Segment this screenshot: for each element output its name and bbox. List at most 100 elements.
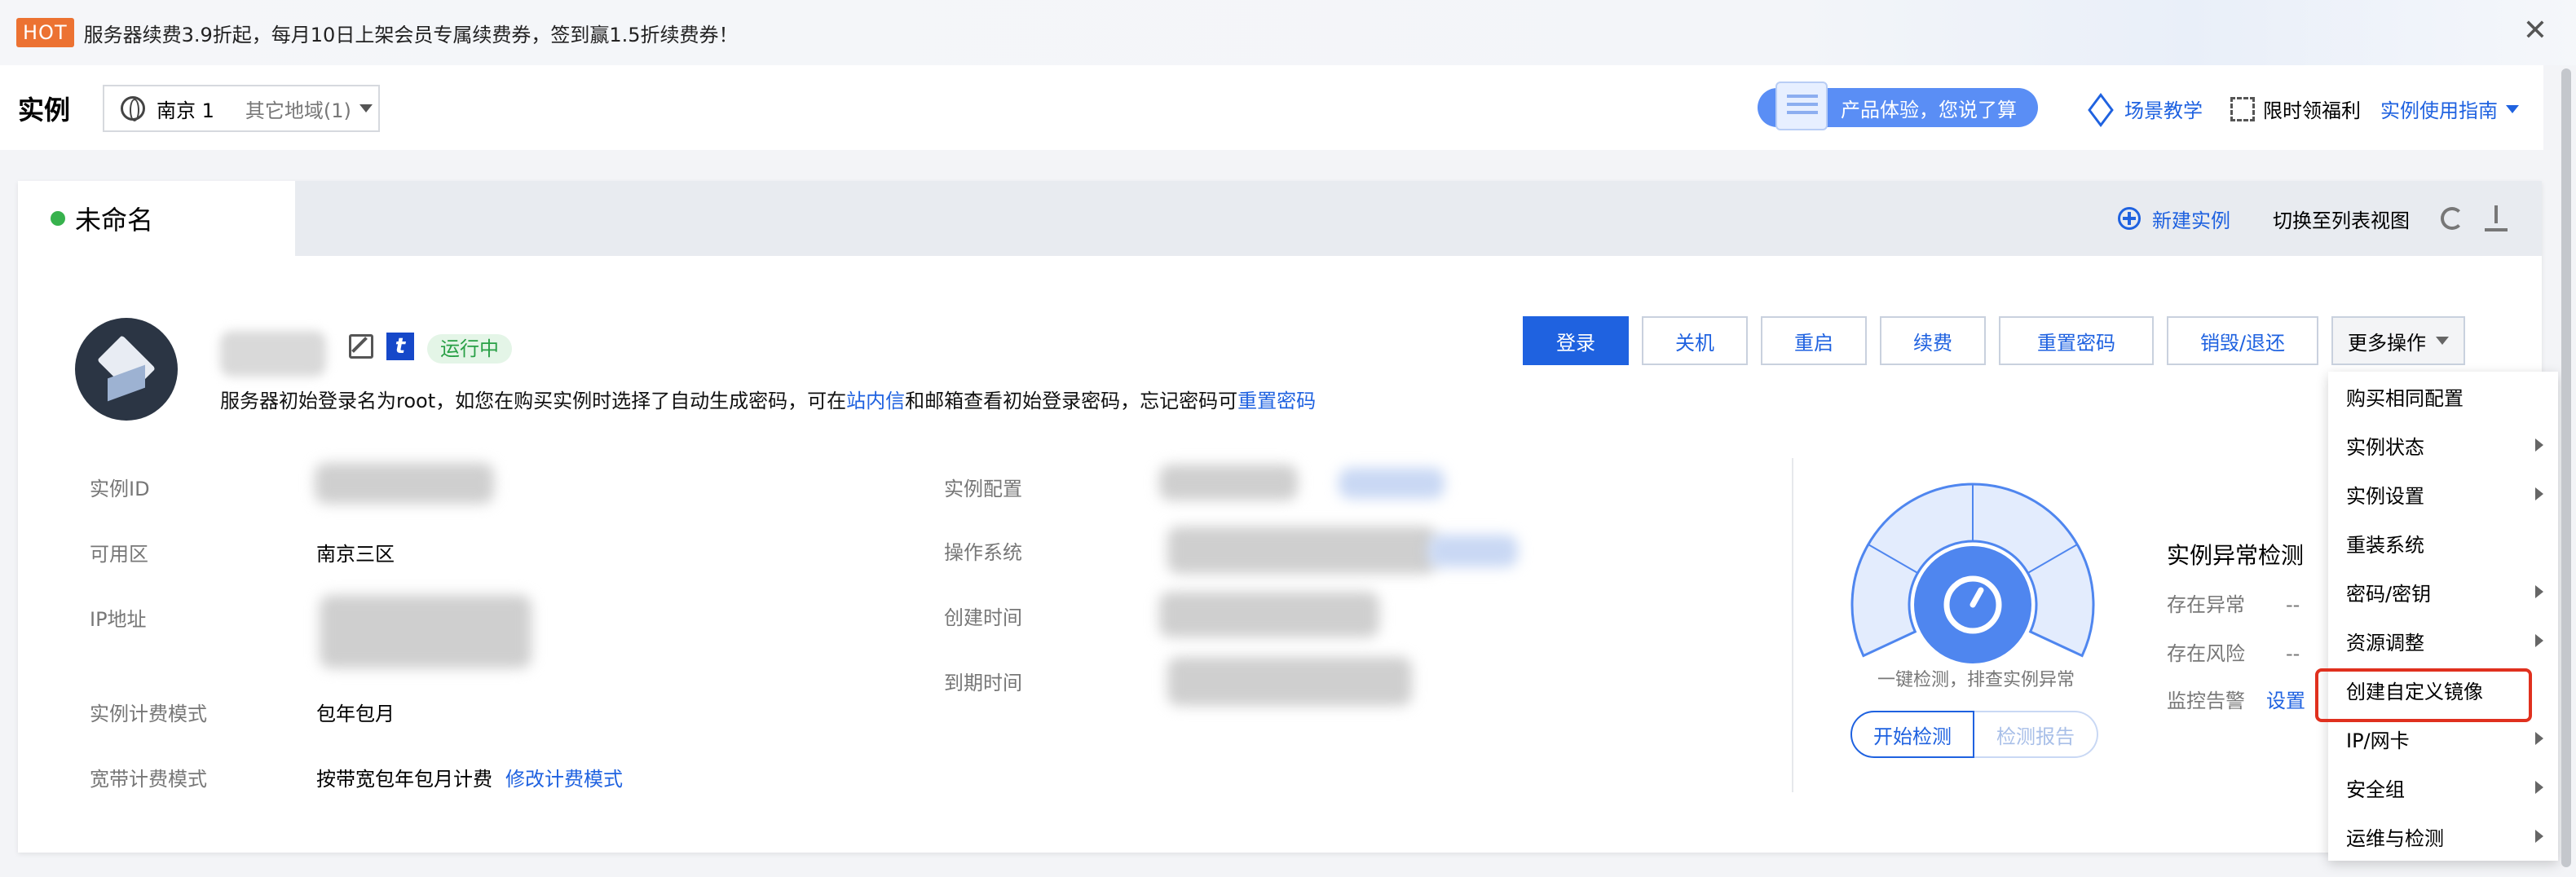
scroll-thumb[interactable] <box>2561 68 2571 867</box>
menu-item[interactable]: 实例设置 <box>2328 469 2558 518</box>
new-instance-link[interactable]: 新建实例 <box>2152 205 2230 233</box>
inbox-link[interactable]: 站内信 <box>846 390 905 412</box>
region-current[interactable]: 南京 1 <box>157 95 214 123</box>
plus-circle-icon[interactable] <box>2118 207 2141 230</box>
config-link-redacted <box>1339 468 1445 499</box>
chevron-right-icon <box>2535 438 2543 452</box>
menu-item-label: 资源调整 <box>2346 631 2424 654</box>
more-actions-button[interactable]: 更多操作 <box>2331 316 2465 365</box>
os-link-redacted <box>1428 535 1518 567</box>
menu-item[interactable]: 运维与检测 <box>2328 812 2558 861</box>
config-label: 实例配置 <box>944 478 1022 500</box>
zone-label: 可用区 <box>90 543 148 566</box>
chevron-down-icon <box>2506 104 2519 113</box>
check-buttons: 开始检测 检测报告 <box>1850 711 2098 758</box>
chevron-right-icon <box>2535 634 2543 647</box>
action-buttons: 登录 关机 重启 续费 重置密码 销毁/退还 更多操作 <box>1523 316 2465 365</box>
created-time-redacted <box>1159 592 1379 637</box>
expire-time-redacted <box>1167 657 1412 706</box>
bandwidth-mode-value: 按带宽包年包月计费 修改计费模式 <box>316 763 623 791</box>
ip-redacted <box>320 595 532 668</box>
alarm-settings-link[interactable]: 设置 <box>2266 690 2305 712</box>
chevron-down-icon[interactable] <box>359 104 373 112</box>
tab-label: 未命名 <box>75 205 154 236</box>
reset-password-link[interactable]: 重置密码 <box>1237 390 1316 412</box>
expire-time-label: 到期时间 <box>944 672 1022 694</box>
menu-item[interactable]: 重装系统 <box>2328 518 2558 567</box>
running-status-dot <box>51 211 65 226</box>
ip-label: IP地址 <box>90 608 147 631</box>
exception-row: 存在异常 -- <box>2167 588 2300 617</box>
page-header: 实例 南京 1 其它地域(1) 产品体验，您说了算 场景教学 限时领福利 实例使… <box>0 65 2543 150</box>
menu-item[interactable]: 资源调整 <box>2328 616 2558 665</box>
more-actions-menu: 购买相同配置 实例状态 实例设置 重装系统 密码/密钥 资源调整 创建自定义镜像 IP/网卡安… <box>2328 372 2558 861</box>
destroy-return-button[interactable]: 销毁/退还 <box>2167 316 2318 365</box>
check-report-button[interactable]: 检测报告 <box>1974 711 2098 758</box>
renew-button[interactable]: 续费 <box>1880 316 1986 365</box>
os-label: 操作系统 <box>944 541 1022 564</box>
created-time-label: 创建时间 <box>944 606 1022 629</box>
region-other[interactable]: 其它地域(1) <box>245 95 351 123</box>
download-icon[interactable] <box>2485 205 2508 231</box>
instance-id-redacted <box>315 463 494 504</box>
scene-tutorial-link[interactable]: 场景教学 <box>2087 95 2203 123</box>
welfare-link[interactable]: 限时领福利 <box>2230 95 2361 123</box>
welfare-label: 限时领福利 <box>2263 99 2361 122</box>
status-badge: 运行中 <box>427 334 512 364</box>
chevron-down-icon <box>2436 337 2449 345</box>
usage-guide-link[interactable]: 实例使用指南 <box>2380 95 2519 123</box>
server-avatar <box>75 318 178 421</box>
globe-icon <box>121 96 145 121</box>
instance-tabbar: 未命名 新建实例 切换至列表视图 <box>18 181 2542 256</box>
change-billing-link[interactable]: 修改计费模式 <box>505 768 623 791</box>
menu-item[interactable]: 密码/密钥 <box>2328 567 2558 616</box>
anomaly-check-title: 实例异常检测 <box>2167 542 2305 569</box>
instance-id-label: 实例ID <box>90 478 150 500</box>
reset-password-button[interactable]: 重置密码 <box>1999 316 2154 365</box>
switch-list-view-link[interactable]: 切换至列表视图 <box>2273 205 2410 233</box>
menu-item-label: 实例状态 <box>2346 435 2424 459</box>
risk-value: -- <box>2286 642 2300 665</box>
bandwidth-mode-label: 宽带计费模式 <box>90 768 207 791</box>
tencent-t-icon[interactable]: t <box>386 333 414 360</box>
billing-mode-label: 实例计费模式 <box>90 703 207 725</box>
menu-item-label: 密码/密钥 <box>2346 582 2432 606</box>
qr-code-icon <box>2230 96 2255 121</box>
login-button[interactable]: 登录 <box>1523 316 1629 365</box>
zone-value: 南京三区 <box>316 543 395 566</box>
login-notice: 服务器初始登录名为root，如您在购买实例时选择了自动生成密码，可在站内信和邮箱… <box>220 385 1316 413</box>
banner-text[interactable]: 服务器续费3.9折起，每月10日上架会员专属续费券，签到赢1.5折续费券！ <box>84 19 739 47</box>
restart-button[interactable]: 重启 <box>1761 316 1867 365</box>
check-caption: 一键检测，排查实例异常 <box>1877 670 2075 690</box>
scene-tutorial-label: 场景教学 <box>2124 99 2203 122</box>
health-gauge[interactable] <box>1850 483 2095 670</box>
risk-row: 存在风险 -- <box>2167 637 2300 666</box>
config-redacted <box>1159 465 1298 500</box>
chevron-right-icon <box>2535 781 2543 794</box>
menu-item[interactable]: 实例状态 <box>2328 421 2558 469</box>
feedback-label: 产品体验，您说了算 <box>1841 98 2017 121</box>
start-check-button[interactable]: 开始检测 <box>1850 711 1974 758</box>
layers-icon <box>2087 96 2113 122</box>
menu-item[interactable]: 安全组 <box>2328 763 2558 812</box>
menu-item-label: 购买相同配置 <box>2346 386 2464 410</box>
tab-instance[interactable]: 未命名 <box>18 181 295 256</box>
menu-item[interactable]: 购买相同配置 <box>2328 372 2558 421</box>
region-select[interactable]: 南京 1 其它地域(1) <box>103 85 380 132</box>
feedback-button[interactable]: 产品体验，您说了算 <box>1758 82 2038 130</box>
section-divider <box>1792 458 1793 792</box>
highlight-annotation <box>2315 668 2532 722</box>
exception-label: 存在异常 <box>2167 593 2245 616</box>
close-icon[interactable]: ✕ <box>2519 15 2552 47</box>
risk-label: 存在风险 <box>2167 642 2245 665</box>
chevron-right-icon <box>2535 487 2543 500</box>
os-redacted <box>1167 527 1436 574</box>
instance-card: 未命名 新建实例 切换至列表视图 t 运行中 服务器初始登录名为root，如您在… <box>18 181 2542 853</box>
usage-guide-label: 实例使用指南 <box>2380 99 2498 122</box>
menu-item-label: IP/网卡 <box>2346 729 2410 752</box>
refresh-icon[interactable] <box>2441 207 2464 230</box>
edit-icon[interactable] <box>349 334 373 359</box>
alarm-row: 监控告警 设置 <box>2167 685 2305 713</box>
page-scrollbar[interactable] <box>2560 68 2573 867</box>
shutdown-button[interactable]: 关机 <box>1642 316 1748 365</box>
